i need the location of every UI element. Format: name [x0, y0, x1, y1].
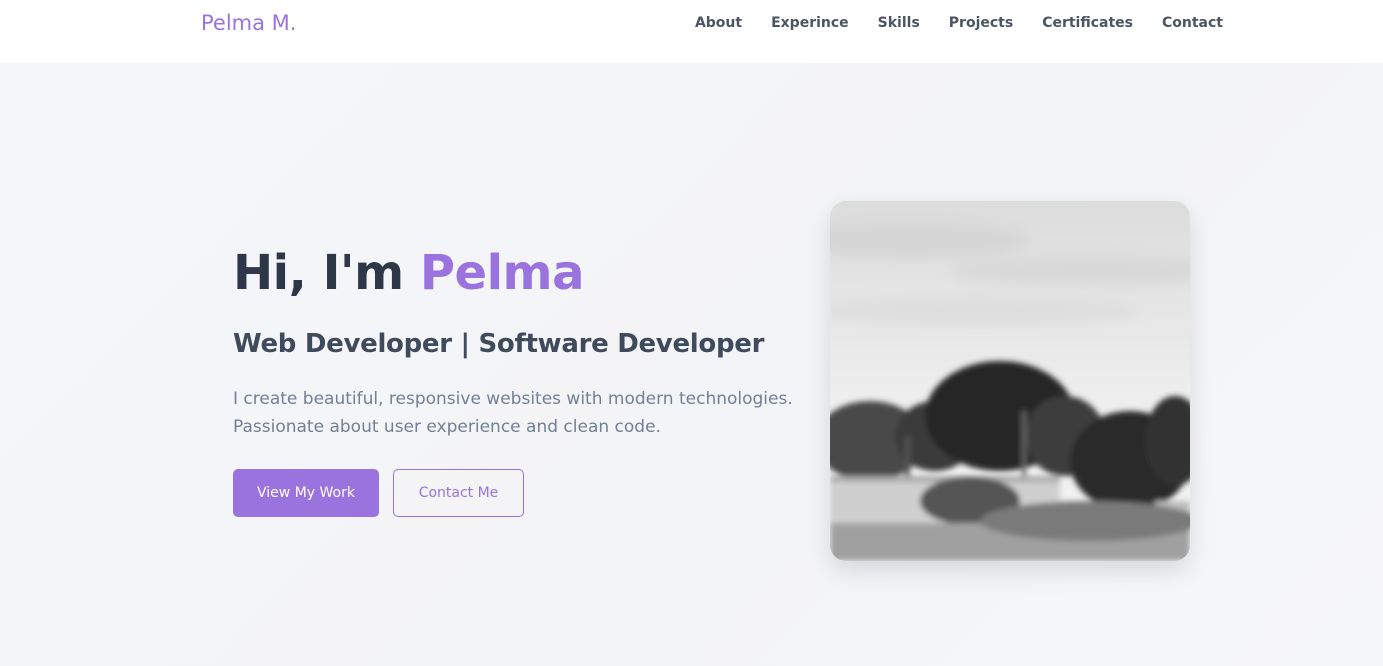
nav-link-about[interactable]: About — [695, 15, 742, 31]
profile-photo — [830, 201, 1190, 561]
hero-description-line-1: I create beautiful, responsive websites … — [233, 389, 793, 409]
nav-link-skills[interactable]: Skills — [878, 15, 920, 31]
nav-link-projects[interactable]: Projects — [949, 15, 1013, 31]
nav-menu: About Experince Skills Projects Certific… — [695, 15, 1223, 31]
nav-link-contact[interactable]: Contact — [1162, 15, 1223, 31]
brand-logo[interactable]: Pelma M. — [201, 11, 296, 35]
hero-title: Hi, I'm Pelma — [233, 241, 793, 305]
landscape-photo-image — [830, 201, 1190, 561]
nav-link-experience[interactable]: Experince — [771, 15, 849, 31]
navbar: Pelma M. About Experince Skills Projects… — [0, 0, 1383, 63]
hero-name: Pelma — [419, 245, 585, 301]
hero-subtitle: Web Developer | Software Developer — [233, 329, 765, 359]
hero-description-line-2: Passionate about user experience and cle… — [233, 417, 661, 437]
contact-me-button[interactable]: Contact Me — [393, 469, 524, 517]
nav-link-certificates[interactable]: Certificates — [1042, 15, 1133, 31]
view-my-work-button[interactable]: View My Work — [233, 469, 379, 517]
hero-buttons: View My Work Contact Me — [233, 469, 793, 517]
hero-section: Hi, I'm Pelma Web Developer | Software D… — [0, 63, 1383, 666]
hero-text: Hi, I'm Pelma Web Developer | Software D… — [233, 241, 793, 517]
hero-greeting: Hi, I'm — [233, 245, 420, 301]
hero-description: I create beautiful, responsive websites … — [233, 385, 793, 441]
